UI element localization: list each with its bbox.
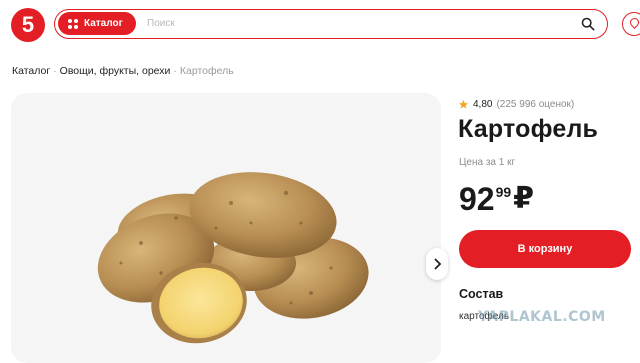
- add-to-cart-button[interactable]: В корзину: [459, 230, 631, 268]
- next-image-button[interactable]: [426, 248, 448, 280]
- watermark: YAPLAKAL.COM: [478, 309, 606, 325]
- rating: 4,80 (225 996 оценок): [458, 99, 574, 110]
- breadcrumb: Каталог · Овощи, фрукты, орехи · Картофель: [12, 65, 234, 77]
- price-kopecks: 99: [495, 184, 512, 200]
- price-rubles: 92: [459, 181, 495, 217]
- logo[interactable]: 5: [11, 8, 45, 42]
- composition-title: Состав: [459, 287, 504, 301]
- product-image-panel: [11, 93, 441, 363]
- price-unit-label: Цена за 1 кг: [459, 157, 516, 168]
- catalog-label: Каталог: [84, 18, 123, 29]
- star-icon: [458, 99, 469, 109]
- catalog-button[interactable]: Каталог: [58, 12, 136, 35]
- rating-value: 4,80: [473, 99, 493, 110]
- product-title: Картофель: [458, 115, 599, 143]
- search-input[interactable]: [147, 15, 567, 32]
- add-to-cart-label: В корзину: [517, 243, 573, 255]
- logo-text: 5: [21, 12, 35, 37]
- breadcrumb-separator: ·: [173, 65, 177, 77]
- search-icon[interactable]: [581, 17, 595, 31]
- currency-sign: ₽: [513, 182, 535, 215]
- chevron-right-icon: [434, 258, 442, 270]
- grid-dots-icon: [68, 18, 78, 29]
- product-image: [97, 172, 369, 344]
- breadcrumb-separator: ·: [53, 65, 57, 77]
- location-icon[interactable]: [622, 12, 640, 36]
- breadcrumb-catalog[interactable]: Каталог: [12, 65, 50, 77]
- price: 92 99 ₽: [459, 179, 534, 219]
- breadcrumb-vegetables[interactable]: Овощи, фрукты, орехи: [60, 65, 171, 77]
- rating-count[interactable]: (225 996 оценок): [496, 99, 574, 110]
- breadcrumb-current: Картофель: [179, 65, 234, 77]
- search-bar: Каталог: [54, 9, 608, 39]
